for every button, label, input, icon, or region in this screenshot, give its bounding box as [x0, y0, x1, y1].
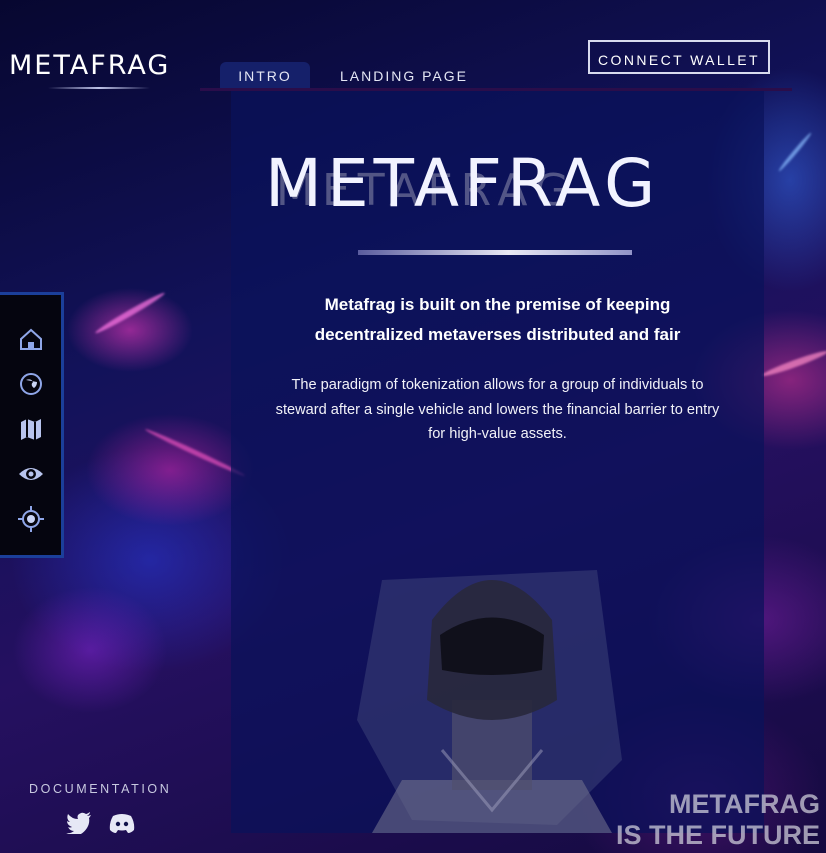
helmet-figure-illustration: [357, 570, 622, 833]
hero-description: The paradigm of tokenization allows for …: [275, 377, 720, 442]
logo-underline: [48, 87, 150, 89]
map-icon[interactable]: [17, 415, 45, 443]
brand-logo[interactable]: METAFRAG: [9, 50, 170, 81]
hero-lead-text: Metafrag is built on the premise of keep…: [314, 295, 681, 344]
target-icon[interactable]: [17, 505, 45, 533]
discord-icon[interactable]: [109, 812, 135, 834]
twitter-icon[interactable]: [66, 812, 92, 836]
tagline-line-2: IS THE FUTURE: [615, 820, 820, 850]
hero-divider: [358, 250, 632, 255]
side-navigation: [0, 292, 64, 558]
home-icon[interactable]: [17, 325, 45, 353]
documentation-link[interactable]: DOCUMENTATION: [29, 782, 171, 796]
connect-wallet-button[interactable]: CONNECT WALLET: [588, 40, 770, 74]
tab-intro[interactable]: INTRO: [220, 62, 310, 90]
tagline: METAFRAG IS THE FUTURE: [616, 789, 820, 851]
eye-icon[interactable]: [17, 460, 45, 488]
globe-icon[interactable]: [17, 370, 45, 398]
hero-title: METAFRAG: [265, 145, 661, 222]
tab-landing-page[interactable]: LANDING PAGE: [340, 62, 468, 90]
tagline-line-1: METAFRAG: [669, 789, 820, 819]
